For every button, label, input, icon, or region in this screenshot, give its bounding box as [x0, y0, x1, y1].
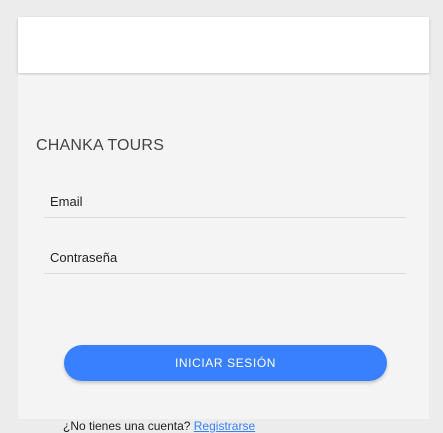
header-bar [18, 17, 429, 74]
email-field-wrapper [44, 187, 406, 218]
signup-prompt-line: ¿No tienes una cuenta? Registrarse [63, 419, 255, 433]
app-window: CHANKA TOURS INICIAR SESIÓN ¿No tienes u… [18, 17, 429, 433]
password-field-wrapper [44, 243, 406, 274]
password-input[interactable] [50, 243, 400, 271]
register-link[interactable]: Registrarse [194, 419, 255, 433]
signup-prompt-text: ¿No tienes una cuenta? [63, 419, 191, 433]
login-card: CHANKA TOURS INICIAR SESIÓN ¿No tienes u… [18, 77, 429, 433]
email-input[interactable] [50, 187, 400, 215]
login-button[interactable]: INICIAR SESIÓN [64, 345, 387, 381]
brand-title: CHANKA TOURS [36, 137, 165, 154]
